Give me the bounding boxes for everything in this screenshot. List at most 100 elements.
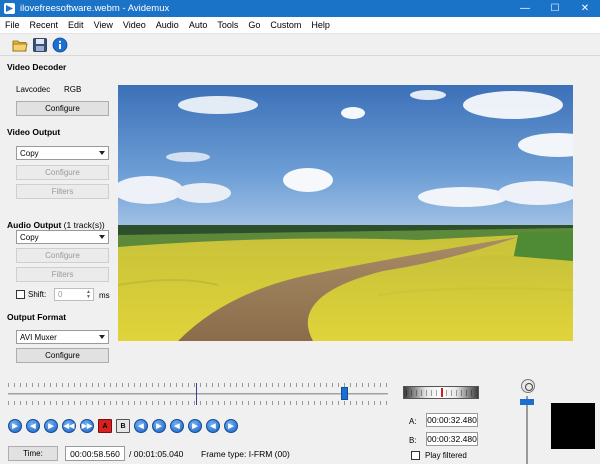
- audio-filters-button[interactable]: Filters: [16, 267, 109, 282]
- video-configure-button[interactable]: Configure: [16, 165, 109, 180]
- shift-label: Shift:: [28, 290, 47, 299]
- previous-frame-icon: ◀: [30, 422, 36, 430]
- previous-cut-button[interactable]: ◀: [206, 419, 220, 433]
- menu-recent[interactable]: Recent: [25, 20, 64, 30]
- video-preview: [118, 85, 573, 341]
- menu-view[interactable]: View: [89, 20, 118, 30]
- seek-track[interactable]: [8, 393, 388, 395]
- shift-checkbox[interactable]: [16, 290, 25, 299]
- marker-b-icon: B: [120, 422, 126, 430]
- time-button[interactable]: Time:: [8, 446, 58, 461]
- frame-type: Frame type: I-FRM (00): [201, 449, 290, 459]
- menu-audio[interactable]: Audio: [151, 20, 184, 30]
- seek-bar[interactable]: [8, 383, 388, 405]
- menu-tools[interactable]: Tools: [212, 20, 243, 30]
- title-bar: ilovefreesoftware.webm - Avidemux — ☐ ✕: [0, 0, 600, 17]
- menu-video[interactable]: Video: [118, 20, 151, 30]
- seek-ticks-top: [8, 383, 388, 387]
- output-format-title: Output Format: [7, 312, 67, 322]
- play-filtered-checkbox[interactable]: [411, 451, 420, 460]
- previous-keyframe-icon: ◀◀: [63, 422, 75, 430]
- close-button[interactable]: ✕: [570, 0, 600, 17]
- output-preview-box: [551, 403, 595, 449]
- first-frame-button[interactable]: ◀: [170, 419, 184, 433]
- save-disk-icon[interactable]: [32, 37, 48, 53]
- toolbar: [0, 34, 600, 56]
- menu-help[interactable]: Help: [306, 20, 335, 30]
- audio-track-count: (1 track(s)): [63, 220, 105, 230]
- last-frame-button[interactable]: ▶: [188, 419, 202, 433]
- open-folder-icon[interactable]: [12, 37, 28, 53]
- settings-panel: Video Decoder Lavcodec RGB Configure Vid…: [0, 57, 118, 365]
- seek-ticks-bottom: [8, 401, 388, 405]
- volume-icon[interactable]: [521, 379, 535, 393]
- seek-thumb[interactable]: [341, 387, 348, 400]
- marker-b-time: 00:00:32.480: [426, 432, 478, 446]
- previous-keyframe-button[interactable]: ◀◀: [62, 419, 76, 433]
- marker-a-icon: A: [102, 422, 108, 430]
- first-frame-icon: ◀: [174, 422, 180, 430]
- output-format-select[interactable]: AVI Muxer: [16, 330, 109, 344]
- set-marker-a-button[interactable]: A: [98, 419, 112, 433]
- menu-edit[interactable]: Edit: [63, 20, 89, 30]
- next-cut-button[interactable]: ▶: [224, 419, 238, 433]
- marker-a-label: A:: [409, 417, 417, 426]
- audio-output-title: Audio Output (1 track(s)): [7, 220, 105, 230]
- menu-auto[interactable]: Auto: [184, 20, 213, 30]
- chevron-down-icon: [99, 151, 105, 155]
- video-filters-button[interactable]: Filters: [16, 184, 109, 199]
- play-button[interactable]: ▶: [8, 419, 22, 433]
- shift-value: 0: [58, 290, 63, 299]
- current-time-field[interactable]: 00:00:58.560: [65, 446, 125, 461]
- video-output-select[interactable]: Copy: [16, 146, 109, 160]
- decoder-codec-label: Lavcodec: [16, 85, 51, 94]
- previous-black-frame-icon: ◀: [138, 422, 144, 430]
- minimize-button[interactable]: —: [510, 0, 540, 17]
- marker-a-time: 00:00:32.480: [426, 413, 478, 427]
- window-title: ilovefreesoftware.webm - Avidemux: [20, 3, 170, 14]
- play-icon: ▶: [12, 422, 18, 430]
- play-filtered-label: Play filtered: [425, 451, 467, 460]
- info-icon[interactable]: [52, 37, 68, 53]
- audio-output-title-text: Audio Output: [7, 220, 62, 230]
- next-cut-icon: ▶: [228, 422, 234, 430]
- next-keyframe-button[interactable]: ▶▶: [80, 419, 94, 433]
- previous-frame-button[interactable]: ◀: [26, 419, 40, 433]
- total-time: / 00:01:05.040: [129, 449, 184, 459]
- volume-track[interactable]: [526, 396, 528, 464]
- format-configure-button[interactable]: Configure: [16, 348, 109, 363]
- last-frame-icon: ▶: [192, 422, 198, 430]
- next-keyframe-icon: ▶▶: [81, 422, 93, 430]
- set-marker-b-button[interactable]: B: [116, 419, 130, 433]
- output-format-value: AVI Muxer: [20, 332, 57, 342]
- shift-spinbox[interactable]: 0 ▲ ▼: [54, 288, 94, 301]
- next-frame-icon: ▶: [48, 422, 54, 430]
- audio-output-select[interactable]: Copy: [16, 230, 109, 244]
- next-black-frame-button[interactable]: ▶: [152, 419, 166, 433]
- navigation-buttons: ▶ ◀ ▶ ◀◀ ▶▶ A B ◀ ▶ ◀ ▶ ◀ ▶: [8, 419, 238, 435]
- shift-unit-label: ms: [99, 291, 110, 300]
- previous-cut-icon: ◀: [210, 422, 216, 430]
- maximize-button[interactable]: ☐: [540, 0, 570, 17]
- menu-file[interactable]: File: [0, 20, 25, 30]
- menu-bar: File Recent Edit View Video Audio Auto T…: [0, 17, 600, 34]
- next-black-frame-icon: ▶: [156, 422, 162, 430]
- spin-arrows-icon[interactable]: ▲ ▼: [86, 290, 91, 300]
- chevron-down-icon: [99, 335, 105, 339]
- previous-black-frame-button[interactable]: ◀: [134, 419, 148, 433]
- next-frame-button[interactable]: ▶: [44, 419, 58, 433]
- avidemux-app-icon: [4, 3, 15, 14]
- video-output-title: Video Output: [7, 127, 61, 137]
- jog-shuttle[interactable]: [403, 386, 479, 399]
- video-output-value: Copy: [20, 148, 39, 158]
- marker-b-label: B:: [409, 436, 417, 445]
- menu-custom[interactable]: Custom: [265, 20, 306, 30]
- decoder-format-label: RGB: [64, 85, 82, 94]
- audio-output-value: Copy: [20, 232, 39, 242]
- chevron-down-icon: [99, 235, 105, 239]
- audio-configure-button[interactable]: Configure: [16, 248, 109, 263]
- decoder-configure-button[interactable]: Configure: [16, 101, 109, 116]
- selection-marker: [196, 383, 197, 405]
- menu-go[interactable]: Go: [243, 20, 265, 30]
- volume-thumb[interactable]: [520, 399, 534, 405]
